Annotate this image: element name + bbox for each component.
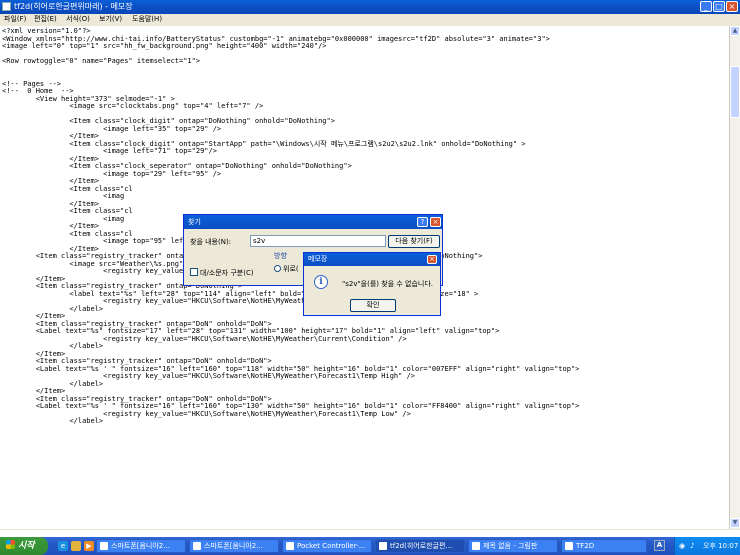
match-case-checkbox[interactable]: 대/소문자 구분(C) (190, 268, 254, 278)
find-dialog-title[interactable]: 찾기 (184, 215, 442, 229)
app-icon (193, 542, 201, 550)
menu-help[interactable]: 도움말(H) (132, 14, 162, 25)
ime-indicator[interactable]: A (654, 540, 665, 551)
close-button[interactable]: × (726, 1, 738, 12)
tray-volume-icon[interactable]: ♪ (690, 537, 694, 555)
direction-up-label: 위로( (283, 265, 299, 273)
message-box: 메모장 × i "s2v"을(를) 찾을 수 없습니다. 확인 (303, 252, 441, 316)
menu-view[interactable]: 보기(V) (99, 14, 122, 25)
menu-bar: 파일(F) 편집(E) 서식(O) 보기(V) 도움말(H) (0, 14, 740, 25)
taskbar-item-pocket-controller[interactable]: Pocket Controller-... (282, 539, 372, 553)
taskbar-item-paint[interactable]: 제목 없음 - 그림판 (468, 539, 558, 553)
find-what-label: 찾을 내용(N): (190, 238, 232, 246)
find-next-button[interactable]: 다음 찾기(F) (388, 235, 440, 248)
tray-network-icon[interactable]: ◉ (679, 537, 685, 555)
direction-group-label: 방향 (274, 252, 287, 260)
match-case-label: 대/소문자 구분(C) (200, 269, 254, 277)
find-help-button[interactable]: ? (417, 217, 428, 227)
info-icon: i (314, 275, 328, 289)
start-label: 시작 (18, 541, 35, 551)
menu-format[interactable]: 서식(O) (66, 14, 90, 25)
radio-icon (274, 265, 281, 272)
message-text: "s2v"을(를) 찾을 수 없습니다. (342, 280, 434, 288)
system-tray: ◉ ♪ 오후 10:07 (674, 537, 740, 555)
find-input[interactable]: s2v (250, 235, 386, 247)
paint-icon (472, 542, 480, 550)
scroll-down-arrow-icon[interactable]: ▼ (730, 518, 740, 528)
find-close-button[interactable]: × (430, 217, 441, 227)
start-button[interactable]: 시작 (0, 537, 48, 555)
app-icon (286, 542, 294, 550)
vertical-scrollbar[interactable]: ▲ ▼ (729, 26, 740, 529)
direction-up-radio[interactable]: 위로( (274, 264, 299, 274)
windows-logo-icon (6, 540, 15, 549)
notepad-icon (379, 542, 387, 550)
notepad-icon (2, 2, 11, 11)
folder-icon (565, 542, 573, 550)
ok-button[interactable]: 확인 (350, 299, 396, 312)
folder-icon[interactable] (71, 541, 81, 551)
taskbar-item-tf2d[interactable]: TF2D (561, 539, 647, 553)
message-box-title[interactable]: 메모장 (304, 253, 440, 266)
message-close-button[interactable]: × (427, 255, 437, 264)
clock[interactable]: 오후 10:07 (703, 537, 738, 555)
scroll-up-arrow-icon[interactable]: ▲ (730, 26, 740, 36)
menu-edit[interactable]: 편집(E) (34, 14, 57, 25)
scroll-thumb[interactable] (730, 66, 740, 118)
menu-file[interactable]: 파일(F) (4, 14, 26, 25)
media-icon[interactable]: ▶ (84, 541, 94, 551)
minimize-button[interactable]: _ (700, 1, 712, 12)
ie-icon[interactable]: e (58, 541, 68, 551)
taskbar: 시작 e ▶ 스마트폰[옴니아2... 스마트폰[옴니아2... Pocket … (0, 537, 740, 555)
maximize-button[interactable]: □ (713, 1, 725, 12)
taskbar-item-omnia-2[interactable]: 스마트폰[옴니아2... (189, 539, 279, 553)
taskbar-item-notepad[interactable]: tf2d(히어로한글편... (375, 539, 465, 553)
window-title: tf2d(히어로한글편위마래) - 메모장 (14, 2, 133, 11)
checkbox-icon (190, 268, 198, 276)
taskbar-item-omnia-1[interactable]: 스마트폰[옴니아2... (96, 539, 186, 553)
title-bar[interactable]: tf2d(히어로한글편위마래) - 메모장 _ □ × (0, 0, 740, 14)
app-icon (100, 542, 108, 550)
